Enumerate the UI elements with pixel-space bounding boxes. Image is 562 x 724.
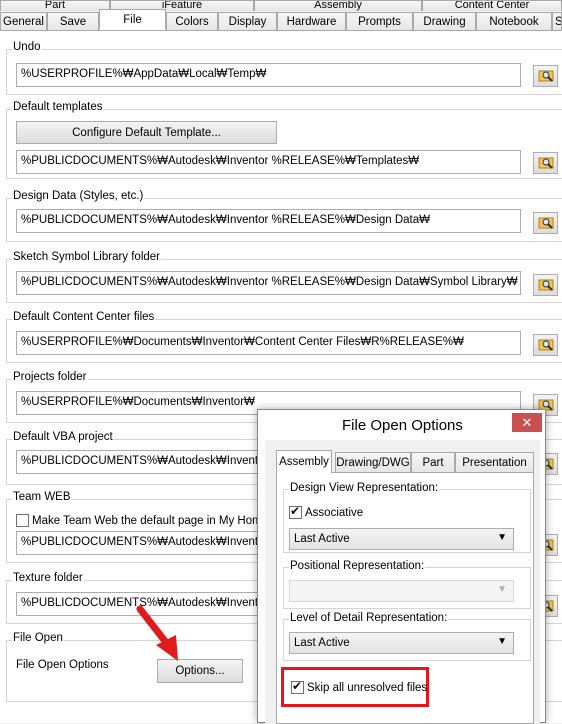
file-open-label: File Open	[12, 632, 64, 644]
undo-path-field[interactable]: %USERPROFILE%₩AppData₩Local₩Temp₩	[16, 63, 521, 87]
red-arrow-icon	[136, 605, 178, 661]
templates-browse-button[interactable]	[533, 152, 558, 174]
tab-part[interactable]: Part	[0, 0, 110, 11]
skip-unresolved-label: Skip all unresolved files	[307, 681, 428, 694]
chevron-down-icon: ▼	[497, 636, 507, 647]
dialog-body: Assembly Drawing/DWG Part Presentation D…	[265, 440, 540, 724]
design-data-browse-button[interactable]	[533, 212, 558, 234]
sketch-symbol-path-field[interactable]: %PUBLICDOCUMENTS%₩Autodesk₩Inventor %REL…	[16, 271, 521, 295]
configure-template-button[interactable]: Configure Default Template...	[16, 121, 277, 144]
folder-search-icon	[538, 277, 554, 294]
tab-drawing[interactable]: Drawing	[413, 12, 476, 31]
projects-label: Projects folder	[12, 371, 88, 383]
tab-row-front: General Save File Colors Display Hardwar…	[0, 9, 562, 31]
tab-more[interactable]: S	[552, 12, 562, 31]
templates-label: Default templates	[12, 101, 104, 113]
texture-label: Texture folder	[12, 572, 84, 584]
vba-label: Default VBA project	[12, 431, 114, 443]
team-web-checkbox[interactable]	[16, 514, 29, 527]
design-view-group: Design View Representation: Associative …	[283, 482, 531, 553]
folder-search-icon	[538, 215, 554, 232]
team-web-checkbox-label: Make Team Web the default page in My Hom…	[32, 514, 269, 527]
design-view-select-value: Last Active	[294, 533, 350, 545]
close-icon[interactable]: ✕	[512, 413, 542, 432]
team-web-label: Team WEB	[12, 491, 72, 503]
design-data-path-field[interactable]: %PUBLICDOCUMENTS%₩Autodesk₩Inventor %REL…	[16, 209, 521, 233]
folder-search-icon	[538, 68, 554, 85]
team-web-checkbox-row[interactable]: Make Team Web the default page in My Hom…	[16, 514, 268, 527]
sketch-symbol-label: Sketch Symbol Library folder	[12, 251, 162, 263]
folder-search-icon	[538, 155, 554, 172]
associative-checkbox[interactable]	[289, 504, 302, 519]
content-center-label: Default Content Center files	[12, 311, 156, 323]
lod-select-value: Last Active	[294, 637, 350, 649]
positional-label: Positional Representation:	[289, 560, 426, 572]
design-view-label: Design View Representation:	[289, 482, 440, 494]
sketch-symbol-browse-button[interactable]	[533, 274, 558, 296]
content-center-browse-button[interactable]	[533, 334, 558, 356]
dialog-tab-part[interactable]: Part	[411, 452, 455, 472]
tab-general[interactable]: General	[0, 12, 47, 31]
lod-group: Level of Detail Representation: Last Act…	[283, 612, 531, 661]
tab-colors[interactable]: Colors	[166, 12, 218, 31]
lod-label: Level of Detail Representation:	[289, 612, 449, 624]
undo-label: Undo	[12, 41, 42, 53]
dialog-titlebar: File Open Options ✕	[258, 410, 545, 440]
associative-label: Associative	[305, 506, 364, 519]
dialog-tab-assembly[interactable]: Assembly	[276, 450, 332, 473]
tab-save[interactable]: Save	[47, 12, 99, 31]
tab-notebook[interactable]: Notebook	[476, 12, 552, 31]
tab-display[interactable]: Display	[218, 12, 277, 31]
design-data-label: Design Data (Styles, etc.)	[12, 190, 145, 202]
tab-hardware[interactable]: Hardware	[277, 12, 346, 31]
file-open-options-label: File Open Options	[16, 659, 109, 671]
dialog-assembly-panel: Design View Representation: Associative …	[276, 472, 534, 724]
templates-path-field[interactable]: %PUBLICDOCUMENTS%₩Autodesk₩Inventor %REL…	[16, 150, 521, 174]
tab-assembly[interactable]: Assembly	[254, 0, 422, 11]
dialog-title: File Open Options	[342, 417, 463, 434]
folder-search-icon	[538, 337, 554, 354]
design-view-select[interactable]: Last Active ▼	[289, 528, 514, 550]
tab-content-center[interactable]: Content Center	[422, 0, 562, 11]
undo-browse-button[interactable]	[533, 65, 558, 87]
tab-file[interactable]: File	[99, 9, 166, 30]
positional-select[interactable]: ▼	[289, 580, 514, 602]
content-center-path-field[interactable]: %USERPROFILE%₩Documents₩Inventor₩Content…	[16, 331, 521, 355]
file-open-options-dialog: File Open Options ✕ Assembly Drawing/DWG…	[257, 409, 546, 724]
dialog-tab-presentation[interactable]: Presentation	[455, 452, 534, 472]
chevron-down-icon: ▼	[497, 584, 507, 595]
skip-unresolved-row[interactable]: Skip all unresolved files	[291, 679, 428, 694]
tab-row-back: Part iFeature Assembly Content Center	[0, 0, 562, 11]
positional-group: Positional Representation: ▼	[283, 560, 531, 609]
lod-select[interactable]: Last Active ▼	[289, 632, 514, 654]
skip-unresolved-checkbox[interactable]	[291, 679, 304, 694]
associative-row[interactable]: Associative	[289, 504, 364, 519]
tab-prompts[interactable]: Prompts	[346, 12, 413, 31]
chevron-down-icon: ▼	[497, 532, 507, 543]
dialog-tab-drawing-dwg[interactable]: Drawing/DWG	[335, 452, 411, 472]
